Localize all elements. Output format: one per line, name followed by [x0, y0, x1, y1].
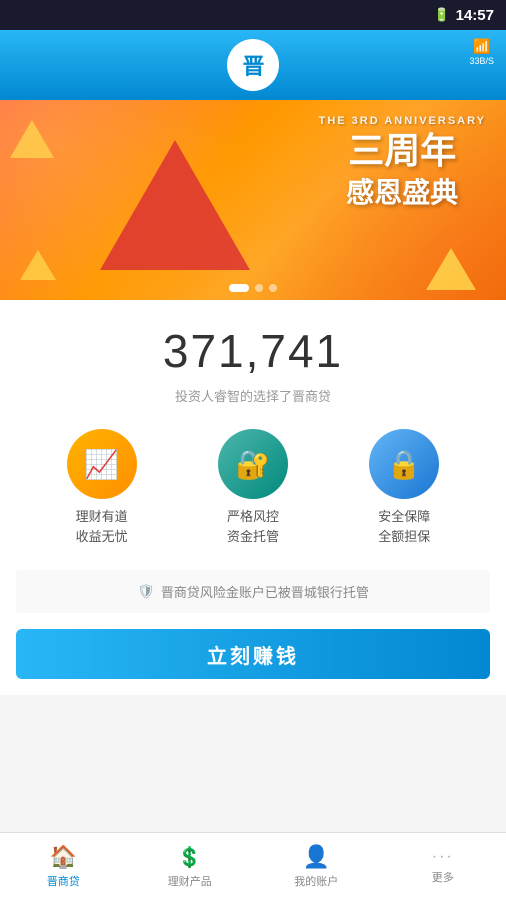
status-time: 14:57	[456, 7, 494, 24]
app-header: 晋 📶 33B/S	[0, 30, 506, 100]
logo-text: 晋	[242, 49, 263, 81]
main-content: 371,741 投资人睿智的选择了晋商贷 📈 理财有道收益无忧 🔐 严格风控资金…	[0, 300, 506, 695]
banner-text-container: THE 3RD ANNIVERSARY 三周年 感恩盛典	[319, 115, 486, 211]
account-icon: 👤	[303, 844, 330, 870]
nav-item-products[interactable]: 💲 理财产品	[127, 837, 254, 897]
security-icon-circle: 🔒	[369, 429, 439, 499]
wifi-icon: 📶	[473, 38, 490, 55]
investor-count: 371,741	[16, 324, 490, 378]
more-label: 更多	[432, 869, 454, 885]
banner-dot-3[interactable]	[269, 284, 277, 292]
banner-secondary-text: 感恩盛典	[319, 171, 486, 211]
app-logo: 晋	[227, 39, 279, 91]
finance-icon: 📈	[84, 448, 119, 481]
banner-triangle-3	[100, 140, 250, 270]
banner-triangle-1	[10, 120, 54, 158]
finance-label: 理财有道收益无忧	[76, 507, 128, 546]
investor-subtitle: 投资人睿智的选择了晋商贷	[16, 386, 490, 405]
feature-item-security: 🔒 安全保障全额担保	[369, 429, 439, 546]
nav-item-more[interactable]: ··· 更多	[380, 840, 506, 893]
feature-item-finance: 📈 理财有道收益无忧	[67, 429, 137, 546]
trust-text: 晋商贷风险金账户已被晋城银行托管	[161, 582, 369, 601]
home-icon: 🏠	[50, 844, 77, 870]
banner-triangle-2	[20, 250, 56, 280]
trust-notice: 🛡 晋商贷风险金账户已被晋城银行托管	[16, 570, 490, 613]
wifi-indicator: 📶 33B/S	[469, 38, 494, 66]
security-label: 安全保障全额担保	[378, 507, 430, 546]
wifi-speed: 33B/S	[469, 56, 494, 66]
banner-main-text: 三周年	[319, 131, 486, 171]
battery-icon: 🔋	[433, 7, 449, 23]
banner-dot-1[interactable]	[229, 284, 249, 292]
risk-label: 严格风控资金托管	[227, 507, 279, 546]
banner-sub-text: THE 3RD ANNIVERSARY	[319, 115, 486, 127]
nav-item-account[interactable]: 👤 我的账户	[253, 836, 380, 897]
products-icon: 💲	[177, 845, 202, 870]
banner-triangle-4	[426, 248, 476, 290]
status-bar: 🔋 14:57	[0, 0, 506, 30]
home-label: 晋商贷	[47, 873, 80, 889]
feature-item-risk: 🔐 严格风控资金托管	[218, 429, 288, 546]
finance-icon-circle: 📈	[67, 429, 137, 499]
risk-icon-circle: 🔐	[218, 429, 288, 499]
banner-dot-2[interactable]	[255, 284, 263, 292]
more-icon: ···	[432, 848, 454, 866]
promotional-banner[interactable]: THE 3RD ANNIVERSARY 三周年 感恩盛典	[0, 100, 506, 300]
risk-icon: 🔐	[236, 448, 271, 481]
cta-button[interactable]: 立刻赚钱	[16, 629, 490, 679]
banner-dots	[229, 284, 277, 292]
products-label: 理财产品	[168, 873, 212, 889]
features-row: 📈 理财有道收益无忧 🔐 严格风控资金托管 🔒 安全保障全额担保	[16, 429, 490, 546]
account-label: 我的账户	[294, 873, 338, 889]
shield-icon: 🛡	[137, 583, 155, 600]
bottom-navigation: 🏠 晋商贷 💲 理财产品 👤 我的账户 ··· 更多	[0, 832, 506, 900]
nav-item-home[interactable]: 🏠 晋商贷	[0, 836, 127, 897]
security-icon: 🔒	[387, 448, 422, 481]
